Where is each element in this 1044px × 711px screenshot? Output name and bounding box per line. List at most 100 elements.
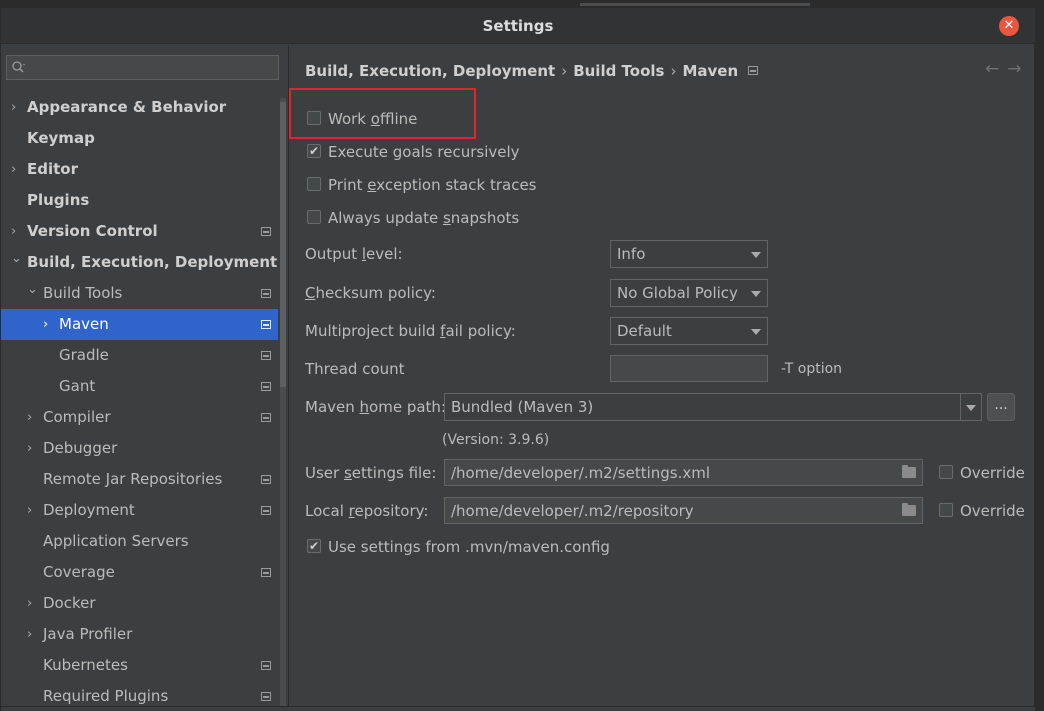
sidebar-item-label: Appearance & Behavior — [27, 98, 227, 116]
sidebar-item-label: Maven — [59, 315, 109, 333]
sidebar-item[interactable]: › Appearance & Behavior — [1, 92, 278, 123]
checkbox-box[interactable] — [307, 210, 321, 224]
maven-version-text: (Version: 3.9.6) — [442, 432, 550, 448]
sidebar-scrollbar[interactable] — [280, 98, 286, 711]
chevron-right-icon[interactable]: › — [27, 588, 39, 619]
checkbox-box[interactable] — [307, 177, 321, 191]
sidebar-item[interactable]: › Docker — [1, 588, 278, 619]
sidebar-item[interactable]: Application Servers — [1, 526, 278, 557]
sidebar-item-label: Build, Execution, Deployment — [27, 253, 278, 271]
checkbox-box[interactable] — [939, 465, 953, 479]
project-scope-icon — [261, 568, 271, 577]
sidebar-item-label: Compiler — [43, 408, 111, 426]
sidebar-item[interactable]: › Compiler — [1, 402, 278, 433]
close-button[interactable]: ✕ — [999, 16, 1019, 36]
project-scope-icon — [261, 227, 271, 236]
sidebar-item[interactable]: › Editor — [1, 154, 278, 185]
folder-icon[interactable] — [902, 465, 916, 478]
background-tab-indicator — [580, 3, 810, 6]
sidebar-item[interactable]: › Debugger — [1, 433, 278, 464]
sidebar-item[interactable]: Coverage — [1, 557, 278, 588]
chevron-down-icon — [751, 329, 761, 335]
sidebar-item[interactable]: ⌄ Build, Execution, Deployment — [1, 247, 278, 278]
checkbox-box[interactable] — [307, 111, 321, 125]
work-offline-label: Work offline — [328, 110, 418, 128]
local-repository-label: Local repository: — [305, 502, 429, 520]
thread-count-input[interactable] — [610, 355, 768, 382]
sidebar-item[interactable]: › Java Profiler — [1, 619, 278, 650]
sidebar-item-label: Java Profiler — [43, 625, 133, 643]
sidebar-item[interactable]: ⌄ Build Tools — [1, 278, 278, 309]
chevron-right-icon[interactable]: › — [11, 92, 23, 123]
maven-home-value: Bundled (Maven 3) — [451, 398, 594, 416]
project-scope-icon — [261, 506, 271, 515]
sidebar-item[interactable]: Gradle — [1, 340, 278, 371]
output-level-value: Info — [617, 245, 646, 263]
execute-recursive-label: Execute goals recursively — [328, 143, 520, 161]
forward-arrow-icon[interactable]: → — [1007, 59, 1021, 79]
project-scope-icon — [261, 661, 271, 670]
folder-icon[interactable] — [902, 503, 916, 516]
user-settings-input[interactable]: /home/developer/.m2/settings.xml — [444, 459, 923, 486]
local-repository-input[interactable]: /home/developer/.m2/repository — [444, 497, 923, 524]
title-bar: Settings ✕ — [1, 8, 1035, 44]
sidebar-item[interactable]: Gant — [1, 371, 278, 402]
sidebar-item-label: Build Tools — [43, 284, 123, 302]
local-repository-value: /home/developer/.m2/repository — [451, 502, 694, 520]
sidebar-item-label: Version Control — [27, 222, 158, 240]
project-scope-icon — [261, 320, 271, 329]
print-exception-label: Print exception stack traces — [328, 176, 537, 194]
checksum-policy-value: No Global Policy — [617, 284, 738, 302]
dialog-title: Settings — [482, 17, 554, 35]
history-navigation: ← → — [985, 59, 1030, 79]
maven-home-combo[interactable]: Bundled (Maven 3) — [444, 393, 982, 421]
thread-count-label: Thread count — [305, 360, 405, 378]
chevron-right-icon[interactable]: › — [27, 619, 39, 650]
checkbox-box-checked[interactable]: ✔ — [307, 539, 321, 553]
scrollbar-thumb[interactable] — [280, 102, 286, 387]
breadcrumb-separator: › — [561, 62, 568, 80]
multiproject-policy-select[interactable]: Default — [610, 317, 768, 345]
multiproject-policy-value: Default — [617, 322, 672, 340]
checkbox-box[interactable] — [939, 503, 953, 517]
maven-settings-panel: Build, Execution, Deployment › Build Tools… — [289, 45, 1035, 711]
settings-tree: › Appearance & Behavior Keymap › Editor Plugi… — [1, 92, 278, 711]
sidebar-item[interactable]: › Maven — [1, 309, 278, 340]
sidebar-item[interactable]: Plugins — [1, 185, 278, 216]
use-settings-label: Use settings from .mvn/maven.config — [328, 538, 610, 556]
breadcrumb-separator: › — [670, 62, 677, 80]
checksum-policy-select[interactable]: No Global Policy — [610, 279, 768, 307]
sidebar-item-label: Remote Jar Repositories — [43, 470, 223, 488]
multiproject-label: Multiproject build fail policy: — [305, 322, 516, 340]
sidebar-item[interactable]: Kubernetes — [1, 650, 278, 681]
search-input[interactable] — [6, 55, 279, 80]
sidebar-item-label: Coverage — [43, 563, 115, 581]
sidebar-item[interactable]: Keymap — [1, 123, 278, 154]
settings-sidebar: › Appearance & Behavior Keymap › Editor Plugi… — [1, 45, 288, 711]
browse-maven-home-button[interactable]: ... — [987, 393, 1015, 421]
sidebar-item-label: Gradle — [59, 346, 109, 364]
breadcrumb-build-execution: Build, Execution, Deployment — [305, 62, 556, 80]
chevron-down-icon[interactable]: ⌄ — [27, 274, 39, 305]
chevron-down-icon[interactable]: ⌄ — [11, 243, 23, 274]
sidebar-item[interactable]: Remote Jar Repositories — [1, 464, 278, 495]
output-level-select[interactable]: Info — [610, 240, 768, 268]
chevron-down-icon — [966, 405, 976, 411]
chevron-right-icon[interactable]: › — [27, 402, 39, 433]
back-arrow-icon[interactable]: ← — [985, 59, 999, 79]
chevron-right-icon[interactable]: › — [11, 154, 23, 185]
user-settings-label: User settings file: — [305, 464, 437, 482]
chevron-down-icon — [751, 252, 761, 258]
sidebar-item[interactable]: › Deployment — [1, 495, 278, 526]
chevron-right-icon[interactable]: › — [27, 433, 39, 464]
sidebar-item-label: Deployment — [43, 501, 135, 519]
sidebar-item-label: Editor — [27, 160, 78, 178]
override-label: Override — [960, 464, 1025, 482]
checkbox-box-checked[interactable]: ✔ — [307, 144, 321, 158]
project-scope-icon — [261, 692, 271, 701]
chevron-right-icon[interactable]: › — [27, 495, 39, 526]
sidebar-item[interactable]: › Version Control — [1, 216, 278, 247]
close-icon: ✕ — [1003, 18, 1015, 33]
chevron-right-icon[interactable]: › — [43, 309, 55, 340]
sidebar-item-label: Gant — [59, 377, 96, 395]
